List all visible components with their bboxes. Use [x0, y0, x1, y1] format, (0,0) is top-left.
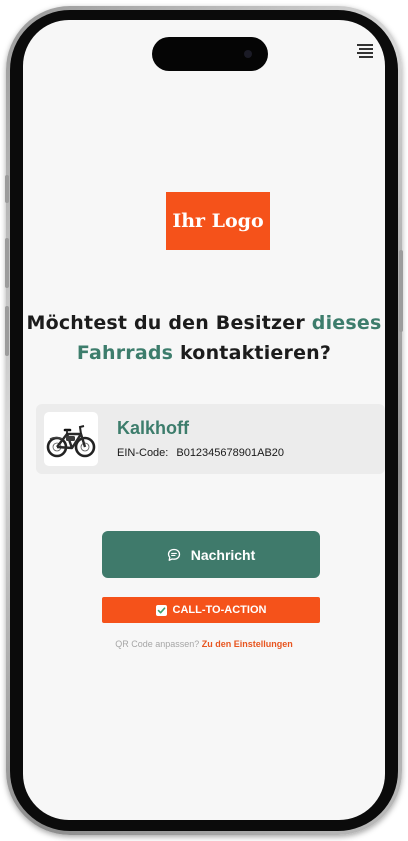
bike-info-card: Kalkhoff EIN-Code: B012345678901AB20: [36, 404, 385, 474]
headline-text-2: kontaktieren?: [173, 342, 332, 364]
volume-down-button: [5, 306, 9, 356]
ein-code-value: B012345678901AB20: [176, 447, 285, 459]
menu-lines-icon[interactable]: [357, 44, 373, 58]
company-logo: Ihr Logo: [166, 192, 270, 250]
front-camera: [244, 50, 252, 58]
ein-code-row: EIN-Code: B012345678901AB20: [117, 447, 284, 459]
settings-note: QR Code anpassen? Zu den Einstellungen: [23, 639, 385, 649]
chat-bubble-icon: [167, 548, 180, 561]
bike-brand-name: Kalkhoff: [117, 418, 189, 438]
dynamic-island: [152, 37, 268, 71]
bicycle-icon: [46, 425, 96, 458]
headline-accent-1: dieses: [311, 312, 382, 334]
page-headline: Möchtest du den Besitzer dieses Fahrrads…: [23, 308, 385, 368]
headline-accent-2: Fahrrads: [76, 342, 174, 364]
volume-up-button: [5, 238, 9, 288]
message-button-label: Nachricht: [190, 546, 256, 563]
power-button: [399, 250, 403, 332]
settings-prompt: QR Code anpassen?: [115, 639, 200, 649]
call-to-action-button[interactable]: CALL-TO-ACTION: [102, 597, 320, 623]
headline-text-1: Möchtest du den Besitzer: [26, 312, 312, 334]
phone-screen: Ihr Logo Möchtest du den Besitzer dieses…: [23, 20, 385, 820]
ein-code-label: EIN-Code:: [117, 447, 169, 459]
checkbox-icon: [155, 604, 167, 616]
cta-button-label: CALL-TO-ACTION: [172, 604, 267, 616]
bicycle-image: [44, 412, 98, 466]
message-button[interactable]: Nachricht: [102, 531, 320, 578]
settings-link[interactable]: Zu den Einstellungen: [202, 639, 293, 649]
action-button: [5, 175, 9, 203]
